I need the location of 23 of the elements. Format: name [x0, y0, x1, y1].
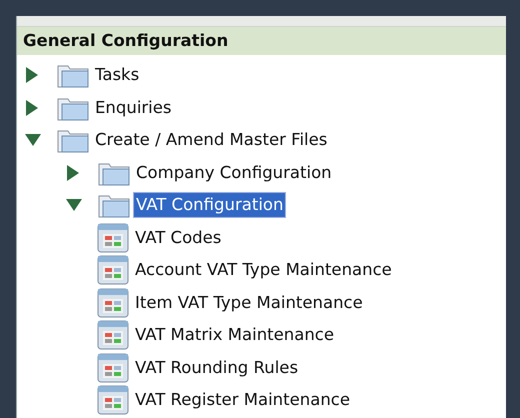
panel-title: General Configuration — [17, 27, 506, 55]
tree-item[interactable]: VAT Codes — [133, 226, 224, 250]
form-icon — [97, 222, 129, 253]
tree-item[interactable]: Company Configuration — [134, 160, 334, 185]
form-icon — [97, 288, 129, 318]
form-icon — [97, 320, 129, 350]
form-icon — [97, 255, 129, 286]
tree-item[interactable]: Enquiries — [93, 96, 174, 120]
tree-item[interactable]: Tasks — [93, 63, 142, 88]
form-icon — [97, 385, 129, 416]
expand-arrow-icon[interactable] — [66, 164, 80, 181]
tree-item[interactable]: VAT Rounding Rules — [133, 356, 300, 380]
tree-item[interactable]: Create / Amend Master Files — [93, 128, 330, 152]
form-icon — [97, 352, 129, 383]
expand-arrow-icon[interactable] — [25, 100, 39, 116]
tree-item[interactable]: Item VAT Type Maintenance — [133, 290, 365, 315]
expand-arrow-icon[interactable] — [25, 67, 39, 84]
tree-item[interactable]: VAT Register Maintenance — [133, 388, 352, 412]
tree-item[interactable]: VAT Matrix Maintenance — [133, 323, 336, 348]
tree-item[interactable]: VAT Configuration — [134, 193, 286, 218]
collapse-arrow-icon[interactable] — [66, 198, 82, 212]
collapse-arrow-icon[interactable] — [25, 133, 41, 148]
tree-item[interactable]: Account VAT Type Maintenance — [133, 258, 394, 282]
